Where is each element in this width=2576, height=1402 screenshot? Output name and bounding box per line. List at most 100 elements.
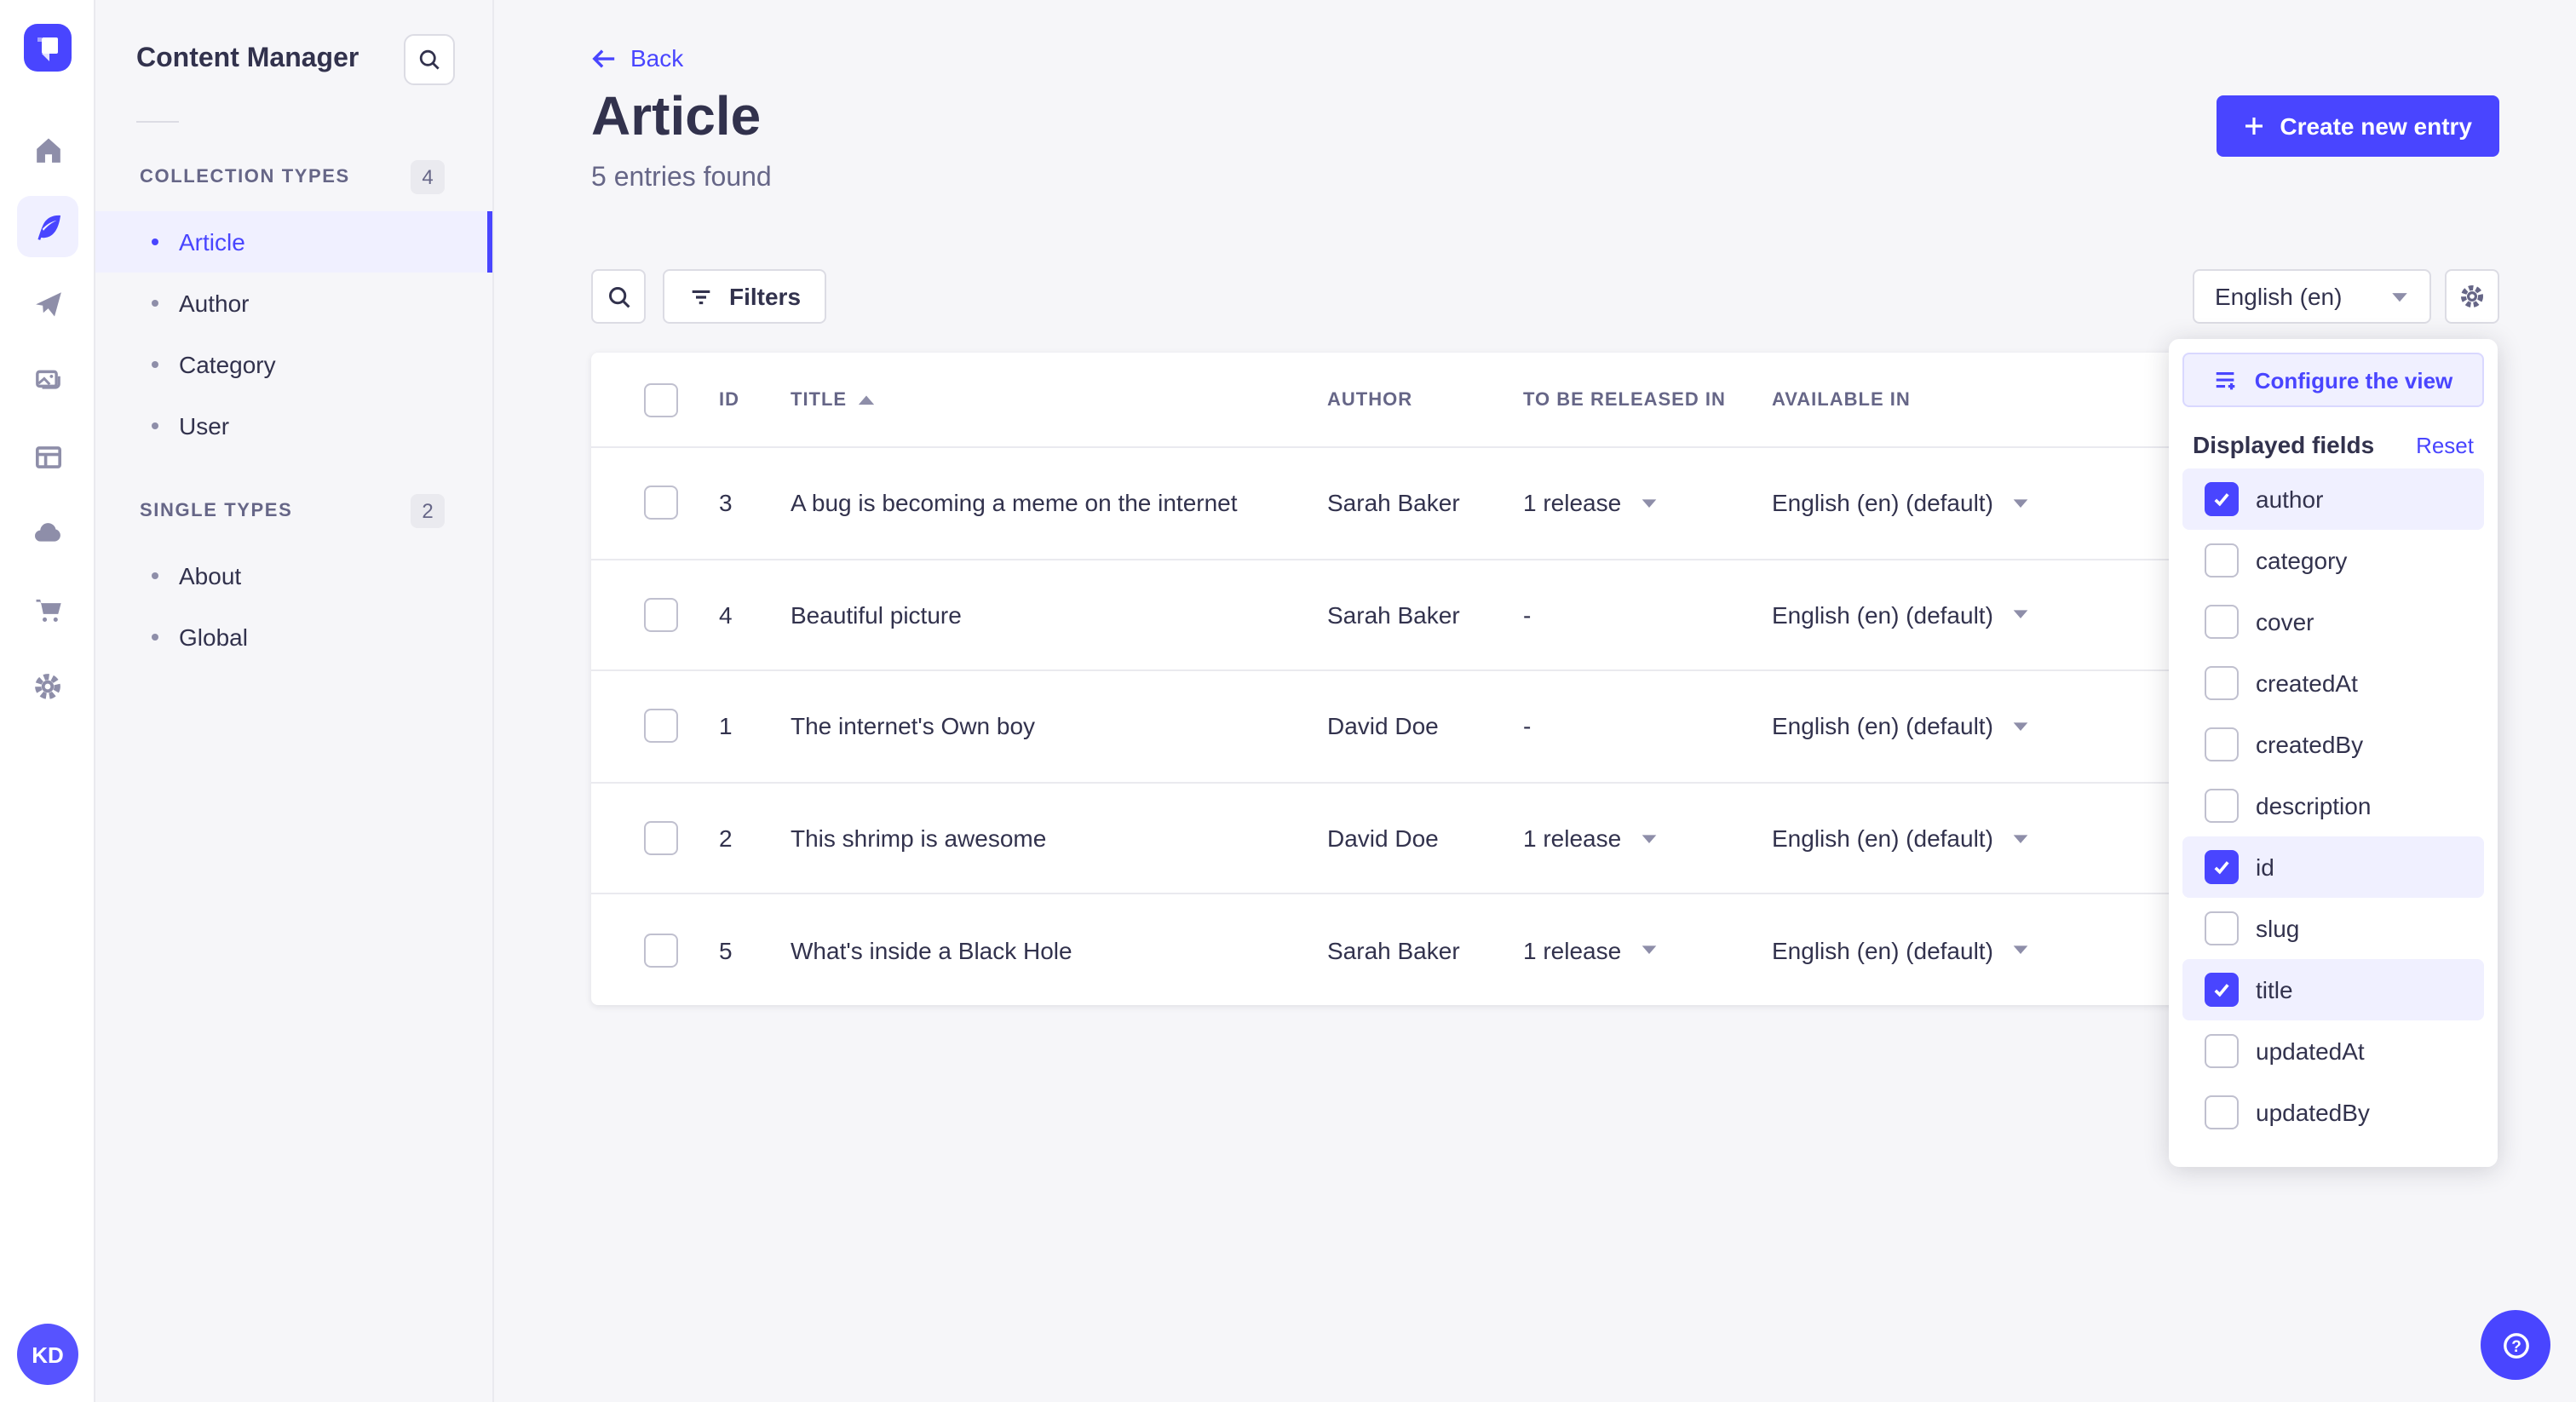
field-label: title bbox=[2256, 976, 2293, 1003]
deploy-cloud-icon[interactable] bbox=[17, 503, 78, 564]
bullet-icon bbox=[152, 300, 158, 307]
field-toggle[interactable]: createdAt bbox=[2182, 652, 2484, 714]
field-checkbox[interactable] bbox=[2205, 727, 2239, 761]
bullet-icon bbox=[152, 361, 158, 368]
arrow-left-icon bbox=[592, 49, 615, 67]
field-label: updatedBy bbox=[2256, 1099, 2370, 1126]
row-checkbox[interactable] bbox=[644, 933, 678, 968]
sidebar-item[interactable]: User bbox=[95, 395, 492, 457]
avatar[interactable]: KD bbox=[17, 1324, 78, 1385]
bullet-icon bbox=[152, 572, 158, 579]
cell-id: 1 bbox=[719, 712, 733, 740]
home-icon[interactable] bbox=[17, 119, 78, 181]
field-checkbox[interactable] bbox=[2205, 605, 2239, 639]
cell-releases[interactable]: 1 release bbox=[1523, 936, 1772, 963]
section-label: SINGLE TYPES bbox=[140, 501, 293, 521]
locale-select[interactable]: English (en) bbox=[2193, 269, 2431, 324]
cell-releases[interactable]: - bbox=[1523, 601, 1772, 629]
sidebar-item[interactable]: Global bbox=[95, 606, 492, 668]
field-checkbox[interactable] bbox=[2205, 1034, 2239, 1068]
app-window: KD Content Manager COLLECTION TYPES 4 Ar… bbox=[0, 0, 2576, 1402]
field-toggle[interactable]: updatedBy bbox=[2182, 1082, 2484, 1143]
sidebar-item[interactable]: Article bbox=[95, 211, 492, 273]
field-toggle[interactable]: updatedAt bbox=[2182, 1020, 2484, 1082]
field-checkbox[interactable] bbox=[2205, 911, 2239, 945]
field-toggle[interactable]: title bbox=[2182, 959, 2484, 1020]
filters-button[interactable]: Filters bbox=[663, 269, 827, 324]
section-label: COLLECTION TYPES bbox=[140, 167, 350, 187]
field-toggle[interactable]: description bbox=[2182, 775, 2484, 836]
column-header-id[interactable]: ID bbox=[719, 389, 791, 410]
chevron-down-icon bbox=[2013, 722, 2028, 731]
reset-link[interactable]: Reset bbox=[2416, 432, 2474, 457]
field-toggle[interactable]: createdBy bbox=[2182, 714, 2484, 775]
displayed-fields-label: Displayed fields bbox=[2193, 431, 2375, 458]
cell-id: 5 bbox=[719, 936, 733, 964]
content-manager-icon[interactable] bbox=[17, 196, 78, 257]
field-label: updatedAt bbox=[2256, 1037, 2365, 1065]
configure-view-button[interactable]: Configure the view bbox=[2182, 353, 2484, 407]
strapi-logo-icon bbox=[37, 37, 58, 61]
column-header-title[interactable]: TITLE bbox=[791, 389, 1327, 410]
field-toggle[interactable]: author bbox=[2182, 468, 2484, 530]
search-button[interactable] bbox=[404, 34, 455, 85]
cell-title: This shrimp is awesome bbox=[791, 825, 1047, 853]
view-settings-button[interactable] bbox=[2445, 269, 2499, 324]
sidebar-item-label: About bbox=[179, 562, 242, 589]
content-manager-panel: Content Manager COLLECTION TYPES 4 Artic… bbox=[95, 0, 494, 1402]
field-checkbox[interactable] bbox=[2205, 850, 2239, 884]
field-checkbox[interactable] bbox=[2205, 1095, 2239, 1129]
help-button[interactable]: ? bbox=[2481, 1310, 2550, 1380]
field-toggle[interactable]: slug bbox=[2182, 898, 2484, 959]
cell-releases[interactable]: 1 release bbox=[1523, 490, 1772, 517]
check-icon bbox=[2214, 861, 2229, 875]
cell-title: A bug is becoming a meme on the internet bbox=[791, 489, 1238, 517]
collection-types-count-badge: 4 bbox=[411, 160, 445, 194]
single-types-section: SINGLE TYPES 2 About Global bbox=[95, 494, 492, 668]
strapi-logo[interactable] bbox=[24, 24, 72, 72]
bullet-icon bbox=[152, 634, 158, 641]
row-checkbox[interactable] bbox=[644, 821, 678, 856]
cell-id: 3 bbox=[719, 489, 733, 517]
content-type-builder-icon[interactable] bbox=[17, 426, 78, 487]
field-checkbox[interactable] bbox=[2205, 666, 2239, 700]
field-toggle[interactable]: category bbox=[2182, 530, 2484, 591]
cell-releases[interactable]: - bbox=[1523, 713, 1772, 740]
chevron-down-icon bbox=[2392, 292, 2407, 302]
field-label: description bbox=[2256, 792, 2372, 819]
marketplace-cart-icon[interactable] bbox=[17, 579, 78, 641]
cell-author: David Doe bbox=[1327, 825, 1439, 853]
row-checkbox[interactable] bbox=[644, 486, 678, 520]
field-checkbox[interactable] bbox=[2205, 973, 2239, 1007]
back-link[interactable]: Back bbox=[591, 44, 683, 72]
sidebar-item[interactable]: About bbox=[95, 545, 492, 606]
field-toggle[interactable]: id bbox=[2182, 836, 2484, 898]
entries-count: 5 entries found bbox=[591, 164, 772, 192]
sidebar-item[interactable]: Author bbox=[95, 273, 492, 334]
field-checkbox[interactable] bbox=[2205, 543, 2239, 577]
gear-icon bbox=[2461, 285, 2483, 307]
search-icon bbox=[419, 49, 440, 70]
row-checkbox[interactable] bbox=[644, 709, 678, 744]
table-search-button[interactable] bbox=[591, 269, 646, 324]
field-toggle[interactable]: cover bbox=[2182, 591, 2484, 652]
settings-gear-icon[interactable] bbox=[17, 656, 78, 717]
chevron-down-icon bbox=[1641, 945, 1656, 955]
field-checkbox[interactable] bbox=[2205, 482, 2239, 516]
select-all-checkbox[interactable] bbox=[644, 382, 678, 417]
filter-icon bbox=[692, 289, 710, 304]
cell-releases[interactable]: 1 release bbox=[1523, 825, 1772, 852]
field-checkbox[interactable] bbox=[2205, 789, 2239, 823]
chevron-down-icon bbox=[1641, 834, 1656, 843]
create-entry-button[interactable]: Create new entry bbox=[2217, 95, 2499, 157]
cell-author: Sarah Baker bbox=[1327, 489, 1460, 517]
main-content: Back Article 5 entries found Create new … bbox=[494, 0, 2576, 1402]
releases-icon[interactable] bbox=[17, 273, 78, 334]
locale-value: English (en) bbox=[2215, 283, 2343, 310]
sort-ascending-icon bbox=[858, 394, 875, 405]
configure-view-popover: Configure the view Displayed fields Rese… bbox=[2169, 339, 2498, 1167]
sidebar-item-label: Author bbox=[179, 290, 250, 317]
row-checkbox[interactable] bbox=[644, 597, 678, 632]
sidebar-item[interactable]: Category bbox=[95, 334, 492, 395]
media-library-icon[interactable] bbox=[17, 349, 78, 411]
